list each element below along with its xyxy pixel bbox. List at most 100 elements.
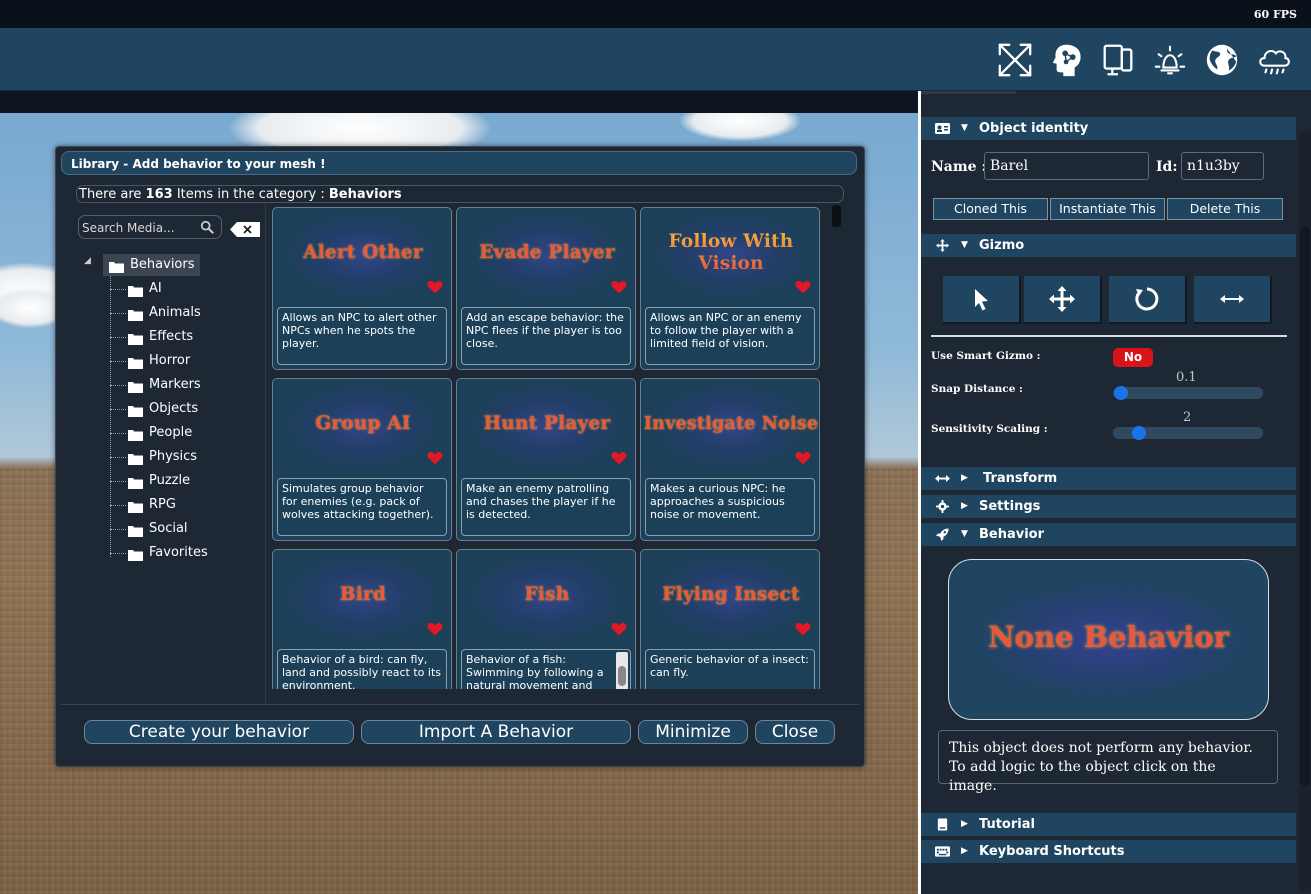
favorite-heart-icon[interactable]	[611, 280, 627, 294]
folder-icon	[128, 307, 143, 321]
snap-distance-slider[interactable]	[1113, 386, 1263, 400]
cloud-rain-icon[interactable]	[1254, 40, 1294, 80]
tree-item-rpg[interactable]: RPG	[128, 494, 176, 516]
delete-this-button[interactable]: Delete This	[1167, 198, 1283, 220]
gizmo-divider	[931, 335, 1287, 337]
behavior-card[interactable]: Follow With Vision Allows an NPC or an e…	[640, 207, 820, 370]
fullscreen-icon[interactable]	[995, 40, 1035, 80]
behavior-card[interactable]: Alert Other Allows an NPC to alert other…	[272, 207, 452, 370]
tree-item-favorites[interactable]: Favorites	[128, 542, 208, 564]
scrollbar-thumb[interactable]	[618, 666, 626, 686]
cloned-this-button[interactable]: Cloned This	[933, 198, 1048, 220]
sensitivity-scaling-slider[interactable]	[1113, 426, 1263, 440]
behavior-card[interactable]: Hunt Player Make an enemy patrolling and…	[456, 378, 636, 541]
tree-item-physics[interactable]: Physics	[128, 446, 197, 468]
light-icon[interactable]	[1150, 40, 1190, 80]
behavior-title: None Behavior	[988, 620, 1229, 654]
section-gizmo[interactable]: ▼ Gizmo	[921, 234, 1296, 257]
card-title: Alert Other	[303, 242, 423, 263]
section-tutorial[interactable]: ▶ Tutorial	[921, 813, 1296, 836]
category-tree: ◢ Behaviors AI Animals Effects Horror Ma…	[76, 251, 261, 561]
rotate-tool-button[interactable]	[1109, 276, 1187, 324]
slider-handle[interactable]	[1132, 426, 1146, 440]
id-field[interactable]: n1u3by	[1181, 152, 1264, 180]
clear-search-icon[interactable]	[230, 222, 260, 237]
favorite-heart-icon[interactable]	[427, 622, 443, 636]
chevron-right-icon: ▶	[961, 846, 968, 856]
device-layout-icon[interactable]	[1098, 40, 1138, 80]
name-label: Name :	[931, 159, 987, 175]
tree-item-behaviors[interactable]: Behaviors	[103, 254, 200, 276]
folder-icon	[128, 403, 143, 417]
instantiate-this-button[interactable]: Instantiate This	[1050, 198, 1165, 220]
slider-handle[interactable]	[1114, 386, 1128, 400]
tree-item-markers[interactable]: Markers	[128, 374, 201, 396]
behavior-card[interactable]: Flying Insect Generic behavior of a inse…	[640, 549, 820, 689]
folder-icon	[109, 259, 124, 273]
cursor-arrow-icon	[975, 289, 988, 311]
sensitivity-scaling-label: Sensitivity Scaling :	[931, 423, 1048, 435]
tree-line	[110, 409, 126, 410]
favorite-heart-icon[interactable]	[427, 451, 443, 465]
card-title: Follow With Vision	[641, 231, 821, 275]
tree-item-puzzle[interactable]: Puzzle	[128, 470, 190, 492]
search-box	[78, 215, 222, 239]
scale-tool-button[interactable]	[1194, 276, 1272, 324]
snap-distance-label: Snap Distance :	[931, 383, 1023, 395]
section-behavior[interactable]: ▼ Behavior	[921, 523, 1296, 546]
close-button[interactable]: Close	[755, 720, 835, 744]
behavior-card[interactable]: Evade Player Add an escape behavior: the…	[456, 207, 636, 370]
search-input[interactable]	[80, 218, 196, 238]
tree-item-social[interactable]: Social	[128, 518, 188, 540]
chevron-right-icon: ▶	[961, 501, 968, 511]
behavior-card[interactable]: Bird Behavior of a bird: can fly, land a…	[272, 549, 452, 689]
ai-brain-icon[interactable]	[1048, 40, 1088, 80]
grid-scrollbar[interactable]	[832, 205, 841, 227]
folder-icon	[128, 283, 143, 297]
section-object-identity[interactable]: ▼ Object identity	[921, 117, 1296, 140]
favorite-heart-icon[interactable]	[795, 622, 811, 636]
favorite-heart-icon[interactable]	[611, 451, 627, 465]
tree-item-horror[interactable]: Horror	[128, 350, 190, 372]
minimize-button[interactable]: Minimize	[638, 720, 748, 744]
search-icon[interactable]	[200, 220, 214, 234]
tree-line	[110, 553, 126, 554]
tree-item-ai[interactable]: AI	[128, 278, 162, 300]
import-behavior-button[interactable]: Import A Behavior	[361, 720, 631, 744]
description-scrollbar[interactable]	[616, 652, 628, 689]
select-tool-button[interactable]	[943, 276, 1021, 324]
section-keyboard-shortcuts[interactable]: ▶ Keyboard Shortcuts	[921, 840, 1296, 863]
favorite-heart-icon[interactable]	[795, 280, 811, 294]
behavior-card[interactable]: Fish Behavior of a fish: Swimming by fol…	[456, 549, 636, 689]
card-title: Group AI	[315, 413, 411, 434]
main-toolbar	[0, 28, 1311, 91]
move-tool-button[interactable]	[1024, 276, 1102, 324]
favorite-heart-icon[interactable]	[427, 280, 443, 294]
favorite-heart-icon[interactable]	[611, 622, 627, 636]
smart-gizmo-toggle[interactable]: No	[1113, 348, 1153, 367]
name-field[interactable]: Barel	[984, 152, 1149, 180]
book-icon	[937, 818, 948, 831]
chevron-down-icon: ▼	[961, 123, 968, 133]
panel-scrollbar-thumb[interactable]	[1300, 226, 1310, 786]
tree-item-objects[interactable]: Objects	[128, 398, 198, 420]
create-behavior-button[interactable]: Create your behavior	[84, 720, 354, 744]
card-description: Generic behavior of a insect: can fly.	[645, 649, 815, 689]
item-count: 163	[145, 187, 173, 202]
sensitivity-scaling-value: 2	[1183, 410, 1192, 425]
behavior-card[interactable]: Investigate Noise Makes a curious NPC: h…	[640, 378, 820, 541]
tree-item-animals[interactable]: Animals	[128, 302, 201, 324]
globe-icon[interactable]	[1202, 40, 1242, 80]
id-card-icon	[935, 123, 950, 134]
section-settings[interactable]: ▶ Settings	[921, 495, 1296, 518]
favorite-heart-icon[interactable]	[795, 451, 811, 465]
behavior-card[interactable]: Group AI Simulates group behavior for en…	[272, 378, 452, 541]
tree-item-people[interactable]: People	[128, 422, 192, 444]
behavior-image-button[interactable]: None Behavior	[948, 559, 1269, 720]
card-description[interactable]: Behavior of a fish: Swimming by followin…	[461, 649, 631, 689]
tree-item-effects[interactable]: Effects	[128, 326, 193, 348]
section-transform[interactable]: ▶ Transform	[921, 467, 1296, 490]
modal-title[interactable]: Library - Add behavior to your mesh !	[61, 151, 857, 175]
tree-line	[110, 337, 126, 338]
tree-collapse-toggle[interactable]: ◢	[84, 256, 94, 266]
